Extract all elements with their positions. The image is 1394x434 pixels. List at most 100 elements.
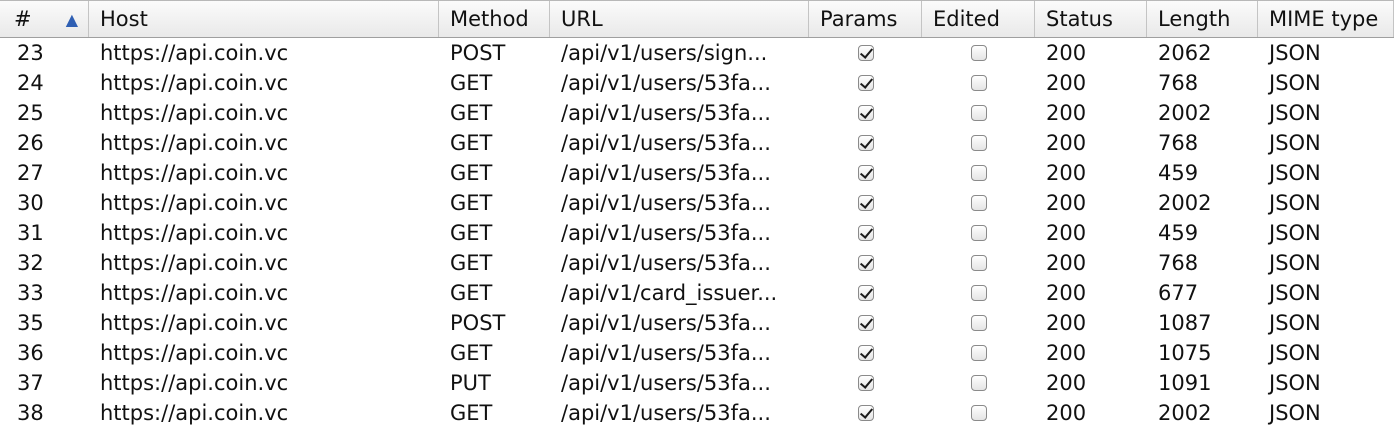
cell-mime-type: JSON (1269, 371, 1321, 395)
table-row[interactable]: 25 https://api.coin.vc GET/api/v1/users/53… (0, 98, 1394, 128)
edited-checkbox[interactable] (970, 195, 987, 211)
params-checkbox[interactable] (857, 45, 874, 61)
cell-params (809, 68, 922, 98)
table-row[interactable]: 35 https://api.coin.vc POST/api/v1/users/5… (0, 308, 1394, 338)
cell-host: https://api.coin.vc (100, 311, 289, 335)
table-row[interactable]: 30 https://api.coin.vc GET/api/v1/users/53… (0, 188, 1394, 218)
cell-mime-type: JSON (1269, 41, 1321, 65)
cell-mime-type: JSON (1269, 161, 1321, 185)
edited-checkbox[interactable] (970, 45, 987, 61)
cell-mime-type: JSON (1269, 341, 1321, 365)
table-row[interactable]: 36 https://api.coin.vc GET/api/v1/users/53… (0, 338, 1394, 368)
edited-checkbox[interactable] (970, 225, 987, 241)
cell-edited (922, 98, 1035, 128)
table-body: 23 https://api.coin.vc POST/api/v1/users/s… (0, 38, 1394, 428)
cell-edited (922, 278, 1035, 308)
cell-host: https://api.coin.vc (100, 71, 289, 95)
cell-mime-type: JSON (1269, 71, 1321, 95)
cell-url: /api/v1/users/53fa... (561, 401, 771, 425)
cell-url: /api/v1/card_issuer... (561, 281, 778, 305)
cell-status: 200 (1046, 191, 1087, 215)
table-row[interactable]: 31 https://api.coin.vc GET/api/v1/users/53… (0, 218, 1394, 248)
column-header-mime-type[interactable]: MIME type (1258, 1, 1394, 37)
params-checkbox[interactable] (857, 405, 874, 421)
params-checkbox[interactable] (857, 75, 874, 91)
cell-length: 2002 (1158, 401, 1212, 425)
cell-method: GET (450, 101, 493, 125)
cell-number: 37 (17, 371, 44, 395)
cell-host: https://api.coin.vc (100, 161, 289, 185)
cell-method: GET (450, 131, 493, 155)
cell-status: 200 (1046, 221, 1087, 245)
cell-edited (922, 398, 1035, 428)
cell-params (809, 188, 922, 218)
cell-edited (922, 128, 1035, 158)
cell-status: 200 (1046, 251, 1087, 275)
cell-status: 200 (1046, 281, 1087, 305)
edited-checkbox[interactable] (970, 105, 987, 121)
table-row[interactable]: 32 https://api.coin.vc GET/api/v1/users/53… (0, 248, 1394, 278)
cell-number: 24 (17, 71, 44, 95)
cell-host: https://api.coin.vc (100, 131, 289, 155)
column-header-method[interactable]: Method (439, 1, 550, 37)
column-header-edited[interactable]: Edited (922, 1, 1035, 37)
cell-params (809, 38, 922, 68)
params-checkbox[interactable] (857, 375, 874, 391)
cell-edited (922, 218, 1035, 248)
cell-host: https://api.coin.vc (100, 251, 289, 275)
table-row[interactable]: 37 https://api.coin.vc PUT/api/v1/users/53… (0, 368, 1394, 398)
params-checkbox[interactable] (857, 285, 874, 301)
cell-edited (922, 308, 1035, 338)
table-row[interactable]: 24 https://api.coin.vc GET/api/v1/users/53… (0, 68, 1394, 98)
edited-checkbox[interactable] (970, 375, 987, 391)
cell-method: GET (450, 71, 493, 95)
edited-checkbox[interactable] (970, 75, 987, 91)
cell-host: https://api.coin.vc (100, 221, 289, 245)
cell-length: 2002 (1158, 101, 1212, 125)
edited-checkbox[interactable] (970, 135, 987, 151)
cell-host: https://api.coin.vc (100, 281, 289, 305)
cell-number: 33 (17, 281, 44, 305)
edited-checkbox[interactable] (970, 165, 987, 181)
column-header-url[interactable]: URL (550, 1, 809, 37)
params-checkbox[interactable] (857, 315, 874, 331)
table-row[interactable]: 38 https://api.coin.vc GET/api/v1/users/53… (0, 398, 1394, 428)
cell-length: 459 (1158, 221, 1199, 245)
table-row[interactable]: 27 https://api.coin.vc GET/api/v1/users/53… (0, 158, 1394, 188)
params-checkbox[interactable] (857, 225, 874, 241)
table-row[interactable]: 23 https://api.coin.vc POST/api/v1/users/s… (0, 38, 1394, 68)
cell-length: 768 (1158, 71, 1199, 95)
cell-method: GET (450, 161, 493, 185)
params-checkbox[interactable] (857, 195, 874, 211)
cell-params (809, 218, 922, 248)
cell-method: GET (450, 341, 493, 365)
column-header-length[interactable]: Length (1147, 1, 1258, 37)
column-header-host[interactable]: Host (89, 1, 439, 37)
column-header-status[interactable]: Status (1035, 1, 1147, 37)
cell-length: 2062 (1158, 41, 1212, 65)
cell-length: 1087 (1158, 311, 1212, 335)
edited-checkbox[interactable] (970, 405, 987, 421)
edited-checkbox[interactable] (970, 255, 987, 271)
http-history-table: # ▲ Host Method URL Params Edited Status… (0, 0, 1394, 434)
cell-mime-type: JSON (1269, 281, 1321, 305)
params-checkbox[interactable] (857, 165, 874, 181)
cell-method: PUT (450, 371, 491, 395)
params-checkbox[interactable] (857, 255, 874, 271)
params-checkbox[interactable] (857, 105, 874, 121)
column-header-params[interactable]: Params (809, 1, 922, 37)
params-checkbox[interactable] (857, 135, 874, 151)
params-checkbox[interactable] (857, 345, 874, 361)
cell-url: /api/v1/users/53fa... (561, 371, 771, 395)
sort-ascending-icon: ▲ (65, 9, 78, 29)
edited-checkbox[interactable] (970, 345, 987, 361)
edited-checkbox[interactable] (970, 285, 987, 301)
cell-status: 200 (1046, 311, 1087, 335)
table-row[interactable]: 26 https://api.coin.vc GET/api/v1/users/53… (0, 128, 1394, 158)
cell-length: 1075 (1158, 341, 1212, 365)
column-header-number[interactable]: # ▲ (0, 1, 89, 37)
cell-url: /api/v1/users/53fa... (561, 71, 771, 95)
cell-host: https://api.coin.vc (100, 41, 289, 65)
table-row[interactable]: 33 https://api.coin.vc GET/api/v1/card_iss… (0, 278, 1394, 308)
edited-checkbox[interactable] (970, 315, 987, 331)
